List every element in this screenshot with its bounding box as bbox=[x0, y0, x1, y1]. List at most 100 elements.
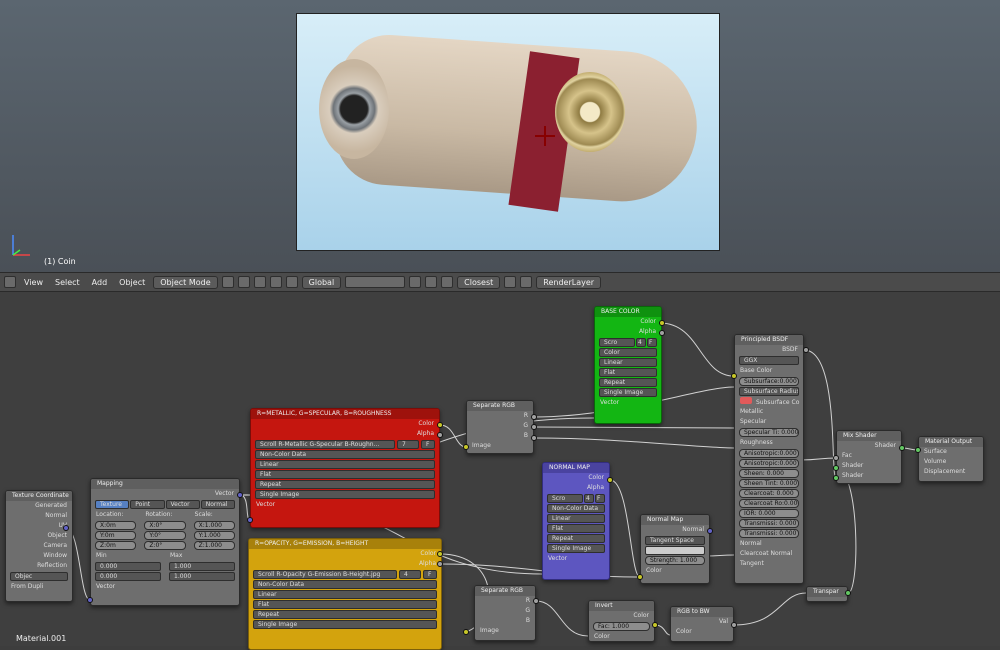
from-dupli-checkbox[interactable]: From Dupli bbox=[6, 582, 72, 592]
socket-red-vector[interactable] bbox=[247, 517, 253, 523]
image-file-field[interactable]: Scro bbox=[547, 494, 583, 503]
min-y[interactable]: 0.000 bbox=[95, 572, 161, 581]
socket-red-alpha[interactable] bbox=[437, 432, 443, 438]
transparent-bsdf-node[interactable]: Transpar bbox=[806, 586, 848, 602]
socket-mix-shader2[interactable] bbox=[833, 475, 839, 481]
socket-sep1-r[interactable] bbox=[531, 414, 537, 420]
rot-z[interactable]: Z:0° bbox=[144, 541, 186, 550]
socket-normaltex-color[interactable] bbox=[607, 477, 613, 483]
socket-normalmap-color[interactable] bbox=[637, 574, 643, 580]
loc-z[interactable]: Z:0m bbox=[95, 541, 137, 550]
input-subsurface-color[interactable]: Subsurface Co bbox=[735, 397, 803, 407]
mix-shader-node[interactable]: Mix Shader Shader Fac Shader Shader bbox=[836, 430, 902, 484]
clearcoat-roughness-field[interactable]: Clearcoat Ro:0.000 bbox=[739, 499, 799, 508]
anisotropic-field[interactable]: Anisotropic:0.000 bbox=[739, 449, 799, 458]
projection-dropdown[interactable]: Flat bbox=[255, 470, 435, 479]
interpolation-dropdown[interactable]: Linear bbox=[599, 358, 657, 367]
socket-bsdf-out[interactable] bbox=[803, 347, 809, 353]
min-checkbox[interactable]: Min bbox=[91, 551, 165, 561]
users-count[interactable]: 4 bbox=[399, 570, 421, 579]
image-texture-base-color-node[interactable]: BASE COLOR Color Alpha Scro 4 F Color Li… bbox=[594, 306, 662, 424]
principled-bsdf-node[interactable]: Principled BSDF BSDF GGX Base Color Subs… bbox=[734, 334, 804, 584]
socket-base-alpha[interactable] bbox=[659, 330, 665, 336]
sheen-tint-field[interactable]: Sheen Tint: 0.000 bbox=[739, 479, 799, 488]
scale-x[interactable]: X:1.000 bbox=[193, 521, 235, 530]
socket-rgbbw-out[interactable] bbox=[731, 622, 737, 628]
image-file-field[interactable]: Scroll R-Opacity G-Emission B-Height.jpg bbox=[253, 570, 397, 579]
socket-sep1-b[interactable] bbox=[531, 435, 537, 441]
image-texture-normal-node[interactable]: NORMAL MAP Color Alpha Scro 4 F Non-Colo… bbox=[542, 462, 610, 580]
clearcoat-field[interactable]: Clearcoat: 0.000 bbox=[739, 489, 799, 498]
fake-user-button[interactable]: F bbox=[647, 338, 657, 347]
space-dropdown[interactable]: Tangent Space bbox=[645, 536, 705, 545]
tab-point[interactable]: Point bbox=[130, 500, 165, 509]
source-dropdown[interactable]: Single Image bbox=[547, 544, 605, 553]
socket-mapping-out[interactable] bbox=[237, 492, 243, 498]
users-count[interactable]: 4 bbox=[636, 338, 646, 347]
socket-mix-out[interactable] bbox=[899, 445, 905, 451]
source-dropdown[interactable]: Single Image bbox=[255, 490, 435, 499]
socket-yellow-color[interactable] bbox=[437, 551, 443, 557]
socket-sep1-image[interactable] bbox=[463, 444, 469, 450]
projection-dropdown[interactable]: Flat bbox=[599, 368, 657, 377]
users-count[interactable]: 7 bbox=[397, 440, 419, 449]
object-field[interactable]: Objec bbox=[10, 572, 68, 581]
colorspace-dropdown[interactable]: Non-Color Data bbox=[547, 504, 605, 513]
tab-texture[interactable]: Texture bbox=[95, 500, 130, 509]
min-x[interactable]: 0.000 bbox=[95, 562, 161, 571]
socket-red-color[interactable] bbox=[437, 422, 443, 428]
socket-sep2-r[interactable] bbox=[533, 598, 539, 604]
image-texture-metallic-node[interactable]: R=METALLIC, G=SPECULAR, B=ROUGHNESS Colo… bbox=[250, 408, 440, 528]
tab-vector[interactable]: Vector bbox=[165, 500, 200, 509]
transmission-field[interactable]: Transmissi: 0.000 bbox=[739, 519, 799, 528]
normal-map-node[interactable]: Normal Map Normal Tangent Space Strength… bbox=[640, 514, 710, 584]
fake-user-button[interactable]: F bbox=[423, 570, 437, 579]
socket-mapping-in[interactable] bbox=[87, 597, 93, 603]
socket-sep1-g[interactable] bbox=[531, 424, 537, 430]
anisotropic-rotation-field[interactable]: Anisotropic:0.000 bbox=[739, 459, 799, 468]
subsurface-radius-dropdown[interactable]: Subsurface Radius bbox=[739, 387, 799, 396]
max-checkbox[interactable]: Max bbox=[165, 551, 239, 561]
extension-dropdown[interactable]: Repeat bbox=[253, 610, 437, 619]
users-count[interactable]: 4 bbox=[584, 494, 594, 503]
texture-coordinate-node[interactable]: Texture Coordinate Generated Normal UV O… bbox=[5, 490, 73, 602]
interpolation-dropdown[interactable]: Linear bbox=[253, 590, 437, 599]
sheen-field[interactable]: Sheen: 0.000 bbox=[739, 469, 799, 478]
tab-normal[interactable]: Normal bbox=[200, 500, 235, 509]
image-texture-opacity-node[interactable]: R=OPACITY, G=EMISSION, B=HEIGHT Color Al… bbox=[248, 538, 442, 650]
uv-map-field[interactable] bbox=[645, 546, 705, 555]
socket-transparent-out[interactable] bbox=[845, 590, 851, 596]
max-y[interactable]: 1.000 bbox=[169, 572, 235, 581]
loc-x[interactable]: X:0m bbox=[95, 521, 137, 530]
subsurface-field[interactable]: Subsurface:0.000 bbox=[739, 377, 799, 386]
socket-yellow-alpha[interactable] bbox=[437, 561, 443, 567]
fac-field[interactable]: Fac: 1.000 bbox=[593, 622, 650, 631]
mapping-node[interactable]: Mapping Vector Texture Point Vector Norm… bbox=[90, 478, 240, 606]
interpolation-dropdown[interactable]: Linear bbox=[255, 460, 435, 469]
fake-user-button[interactable]: F bbox=[421, 440, 435, 449]
rgb-to-bw-node[interactable]: RGB to BW Val Color bbox=[670, 606, 734, 642]
socket-sep2-image[interactable] bbox=[463, 629, 469, 635]
socket-uv[interactable] bbox=[63, 525, 69, 531]
strength-field[interactable]: Strength: 1.000 bbox=[645, 556, 705, 565]
image-file-field[interactable]: Scro bbox=[599, 338, 635, 347]
projection-dropdown[interactable]: Flat bbox=[547, 524, 605, 533]
scale-y[interactable]: Y:1.000 bbox=[193, 531, 235, 540]
ior-field[interactable]: IOR: 0.000 bbox=[739, 509, 799, 518]
socket-bsdf-basecolor[interactable] bbox=[731, 373, 737, 379]
rot-x[interactable]: X:0° bbox=[144, 521, 186, 530]
socket-invert-out[interactable] bbox=[652, 622, 658, 628]
socket-mix-shader1[interactable] bbox=[833, 465, 839, 471]
scale-z[interactable]: Z:1.000 bbox=[193, 541, 235, 550]
socket-base-color[interactable] bbox=[659, 320, 665, 326]
colorspace-dropdown[interactable]: Non-Color Data bbox=[253, 580, 437, 589]
interpolation-dropdown[interactable]: Linear bbox=[547, 514, 605, 523]
material-output-node[interactable]: Material Output Surface Volume Displacem… bbox=[918, 436, 984, 482]
projection-dropdown[interactable]: Flat bbox=[253, 600, 437, 609]
socket-normalmap-out[interactable] bbox=[707, 528, 713, 534]
transmission-roughness-field[interactable]: Transmissi: 0.000 bbox=[739, 529, 799, 538]
invert-node[interactable]: Invert Color Fac: 1.000 Color bbox=[588, 600, 655, 642]
source-dropdown[interactable]: Single Image bbox=[253, 620, 437, 629]
extension-dropdown[interactable]: Repeat bbox=[255, 480, 435, 489]
socket-output-surface[interactable] bbox=[915, 447, 921, 453]
